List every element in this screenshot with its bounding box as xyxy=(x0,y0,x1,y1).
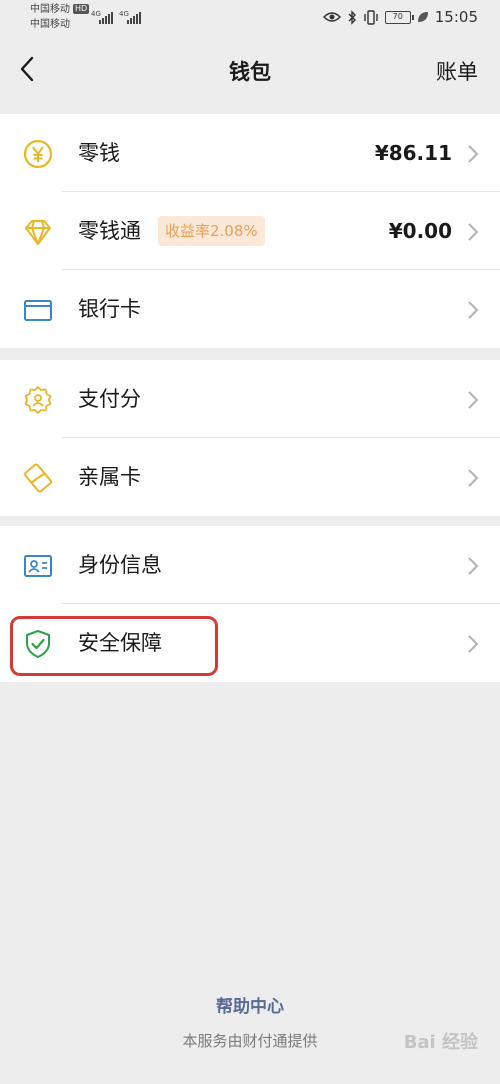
list-item-lingqiantong[interactable]: 零钱通 收益率2.08% ¥0.00 xyxy=(0,192,500,270)
watermark: Bai 经验 xyxy=(403,1032,478,1053)
list-item-change[interactable]: 零钱 ¥86.11 xyxy=(0,114,500,192)
item-label: 身份信息 xyxy=(78,553,162,577)
list-item-bank-card[interactable]: 银行卡 xyxy=(0,270,500,348)
vibrate-icon xyxy=(364,9,378,25)
chevron-right-icon xyxy=(468,557,479,575)
balance-value: ¥0.00 xyxy=(388,219,452,243)
list-item-identity[interactable]: 身份信息 xyxy=(0,526,500,604)
diamond-icon xyxy=(25,220,51,245)
hd-badge: HD xyxy=(73,4,90,14)
help-center-link[interactable]: 帮助中心 xyxy=(0,992,500,1017)
item-label: 亲属卡 xyxy=(78,465,141,489)
signal-icon: 4G xyxy=(119,10,147,24)
chevron-right-icon xyxy=(468,223,479,241)
yuan-coin-icon xyxy=(23,139,53,169)
nav-bar: 钱包 账单 xyxy=(0,36,500,106)
yield-rate-badge: 收益率2.08% xyxy=(158,216,265,246)
leaf-icon xyxy=(417,12,428,22)
signal-icon: 4G xyxy=(91,10,119,24)
chevron-right-icon xyxy=(468,391,479,409)
list-item-pay-score[interactable]: 支付分 xyxy=(0,360,500,438)
item-label: 银行卡 xyxy=(78,297,141,321)
item-label: 零钱通 xyxy=(78,219,141,243)
carrier-1: 中国移动 xyxy=(30,4,70,15)
carrier-2: 中国移动 xyxy=(30,19,70,30)
family-card-icon xyxy=(23,463,53,493)
wallet-section-2: 支付分 亲属卡 xyxy=(0,360,500,516)
annotation-highlight-box xyxy=(10,616,218,676)
item-label: 支付分 xyxy=(78,387,141,411)
list-item-family-card[interactable]: 亲属卡 xyxy=(0,438,500,516)
pay-score-badge-icon xyxy=(24,386,52,414)
eye-icon xyxy=(322,12,341,22)
chevron-right-icon xyxy=(468,301,479,319)
balance-value: ¥86.11 xyxy=(374,141,452,165)
page-title: 钱包 xyxy=(229,60,271,84)
item-label: 零钱 xyxy=(78,141,120,165)
clock: 15:05 xyxy=(434,8,478,26)
chevron-right-icon xyxy=(468,145,479,163)
bill-button[interactable]: 账单 xyxy=(436,56,478,86)
wallet-section-1: 零钱 ¥86.11 零钱通 收益率2.08% ¥0.00 银行卡 xyxy=(0,114,500,348)
battery-icon: 70 xyxy=(384,10,414,24)
id-card-icon xyxy=(24,555,52,577)
bank-card-icon xyxy=(24,300,52,321)
chevron-right-icon xyxy=(468,469,479,487)
chevron-right-icon xyxy=(468,635,479,653)
status-bar: 中国移动 HD 中国移动 4G 4G 70 15:05 xyxy=(0,0,500,36)
bluetooth-icon xyxy=(348,9,356,25)
